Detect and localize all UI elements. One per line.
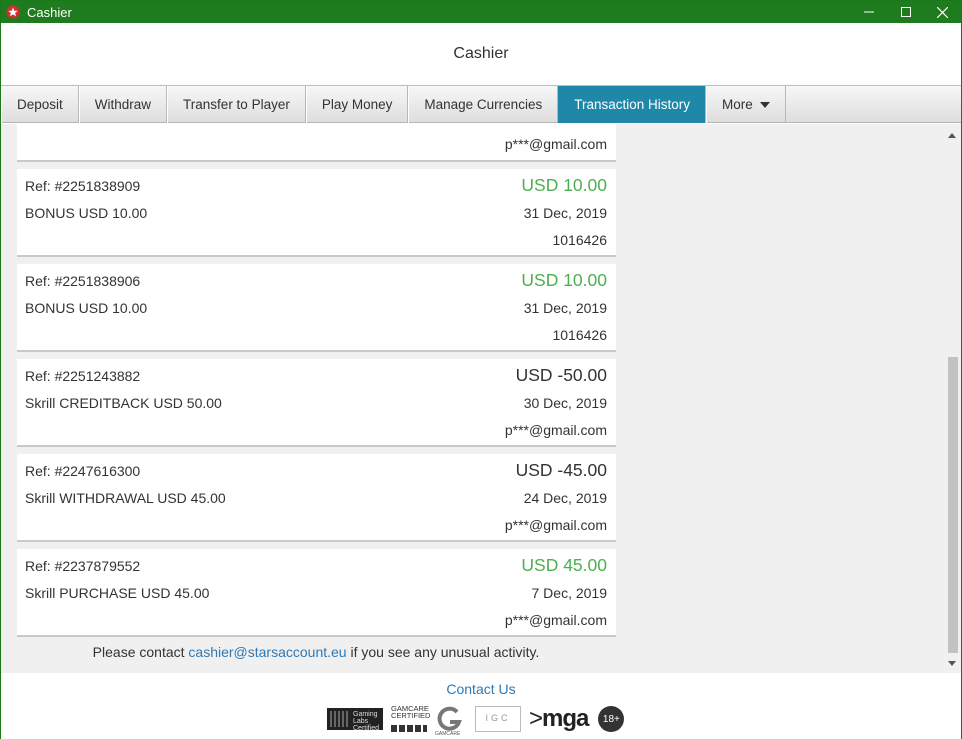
tab-label: Play Money <box>321 97 393 112</box>
minimize-icon <box>863 11 874 13</box>
pokerstars-logo-icon <box>6 5 20 19</box>
igc-logo: IGC <box>475 706 521 732</box>
cashier-window: Cashier Cashier Deposit Withdraw Transfe… <box>0 0 962 739</box>
tab-bar: Deposit Withdraw Transfer to Player Play… <box>1 86 961 123</box>
certification-logos: Gaming Labs Certified GAMCARE CERTIFIED … <box>327 703 625 737</box>
gamcare-logo: GAMCARE <box>435 704 465 737</box>
tab-label: Manage Currencies <box>424 97 543 112</box>
tab-label: Withdraw <box>94 97 152 112</box>
transaction-amount: USD 45.00 <box>521 555 607 575</box>
age-restriction-badge: 18+ <box>598 706 625 732</box>
transaction-list: p***@gmail.com Ref: #2251838909 BONUS US… <box>17 124 616 644</box>
transaction-account: p***@gmail.com <box>504 422 607 438</box>
gaming-labs-logo: Gaming Labs Certified <box>327 708 383 732</box>
scrollbar-thumb[interactable] <box>948 357 958 653</box>
transaction-history-panel[interactable]: p***@gmail.com Ref: #2251838909 BONUS US… <box>1 124 961 673</box>
transaction-account: p***@gmail.com <box>504 136 607 152</box>
transaction-account: 1016426 <box>552 232 607 248</box>
transaction-date: 24 Dec, 2019 <box>523 490 607 506</box>
tab-play-money[interactable]: Play Money <box>305 86 409 123</box>
tab-deposit[interactable]: Deposit <box>1 86 79 123</box>
transaction-description: BONUS USD 10.00 <box>25 205 148 221</box>
scroll-down-arrow-icon[interactable] <box>948 661 956 666</box>
transaction-description: Skrill CREDITBACK USD 50.00 <box>25 395 222 411</box>
tab-transfer-to-player[interactable]: Transfer to Player <box>167 86 306 123</box>
transaction-account: 1016426 <box>552 327 607 343</box>
tab-manage-currencies[interactable]: Manage Currencies <box>408 86 559 123</box>
footer: Contact Us Gaming Labs Certified GAMCARE… <box>1 673 961 739</box>
tab-transaction-history[interactable]: Transaction History <box>558 86 706 123</box>
transaction-card: Ref: #2251838909 BONUS USD 10.00 USD 10.… <box>17 169 616 257</box>
transaction-ref: Ref: #2251243882 <box>25 368 141 384</box>
mga-logo: >mga <box>529 705 589 732</box>
page-title: Cashier <box>453 45 509 62</box>
transaction-date: 31 Dec, 2019 <box>523 300 607 316</box>
transaction-card: Ref: #2237879552 Skrill PURCHASE USD 45.… <box>17 549 616 637</box>
transaction-card: Ref: #2251243882 Skrill CREDITBACK USD 5… <box>17 359 616 447</box>
transaction-date: 7 Dec, 2019 <box>531 585 608 601</box>
mga-logo-text: mga <box>542 705 589 732</box>
transaction-card: Ref: #2247616300 Skrill WITHDRAWAL USD 4… <box>17 454 616 542</box>
transaction-date: 30 Dec, 2019 <box>523 395 607 411</box>
tab-label: Deposit <box>17 97 63 112</box>
transaction-amount: USD -50.00 <box>515 365 607 385</box>
maximize-button[interactable] <box>887 1 924 23</box>
caret-down-icon <box>759 101 770 108</box>
notice-suffix: if you see any unusual activity. <box>346 644 540 660</box>
support-email-link[interactable]: cashier@starsaccount.eu <box>188 644 346 660</box>
tab-label: More <box>722 97 753 112</box>
cashier-header: Cashier <box>1 23 961 86</box>
title-bar[interactable]: Cashier <box>1 1 961 23</box>
window-title: Cashier <box>27 4 72 20</box>
maximize-icon <box>900 7 911 17</box>
transaction-description: Skrill WITHDRAWAL USD 45.00 <box>25 490 226 506</box>
transaction-card: p***@gmail.com <box>17 124 616 162</box>
transaction-description: Skrill PURCHASE USD 45.00 <box>25 585 210 601</box>
transaction-ref: Ref: #2251838909 <box>25 178 141 194</box>
transaction-amount: USD -45.00 <box>515 460 607 480</box>
gamcare-certified-text: CERTIFIED <box>391 711 431 720</box>
unusual-activity-notice: Please contact cashier@starsaccount.eu i… <box>1 644 631 660</box>
transaction-ref: Ref: #2251838906 <box>25 273 141 289</box>
transaction-ref: Ref: #2237879552 <box>25 558 141 574</box>
tab-withdraw[interactable]: Withdraw <box>78 86 168 123</box>
close-icon <box>937 6 948 18</box>
transaction-amount: USD 10.00 <box>521 270 607 290</box>
transaction-description: BONUS USD 10.00 <box>25 300 148 316</box>
tab-label: Transaction History <box>574 97 690 112</box>
transaction-account: p***@gmail.com <box>504 517 607 533</box>
scroll-up-arrow-icon[interactable] <box>948 133 956 138</box>
gamcare-certified-logo: GAMCARE CERTIFIED <box>391 705 431 733</box>
tab-more[interactable]: More <box>706 86 786 123</box>
gamcare-small-text: GAMCARE <box>435 731 461 737</box>
tab-label: Transfer to Player <box>183 97 290 112</box>
notice-prefix: Please contact <box>92 644 189 660</box>
vertical-scrollbar[interactable] <box>944 124 961 673</box>
transaction-account: p***@gmail.com <box>504 612 607 628</box>
minimize-button[interactable] <box>850 1 887 23</box>
transaction-amount: USD 10.00 <box>521 175 607 195</box>
contact-us-link[interactable]: Contact Us <box>1 681 961 697</box>
transaction-card: Ref: #2251838906 BONUS USD 10.00 USD 10.… <box>17 264 616 352</box>
close-button[interactable] <box>924 1 961 23</box>
transaction-date: 31 Dec, 2019 <box>523 205 607 221</box>
transaction-ref: Ref: #2247616300 <box>25 463 141 479</box>
